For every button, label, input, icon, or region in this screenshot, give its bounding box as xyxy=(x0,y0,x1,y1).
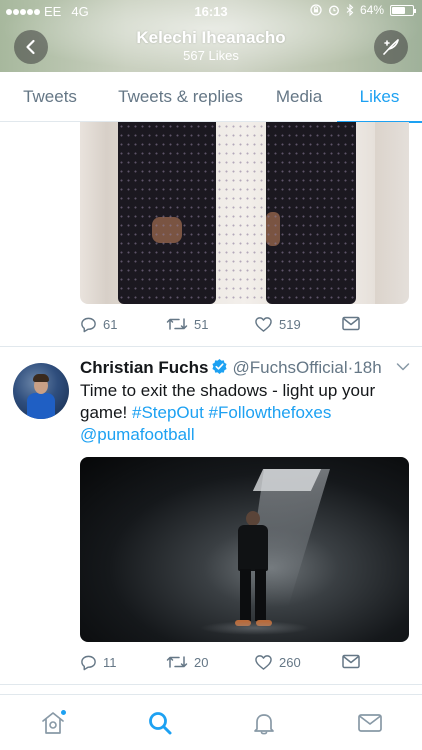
envelope-icon xyxy=(342,316,360,331)
likes-count: 567 Likes xyxy=(183,48,239,63)
dm-action[interactable] xyxy=(342,654,360,669)
mention-link[interactable]: @pumafootball xyxy=(80,425,195,444)
status-right: 64% xyxy=(310,3,416,17)
player-body xyxy=(238,525,268,571)
retweet-icon xyxy=(166,318,188,330)
profile-name: Kelechi Iheanacho xyxy=(136,28,286,47)
alarm-icon xyxy=(328,5,339,16)
heart-icon xyxy=(255,317,272,332)
retweet-count: 20 xyxy=(194,654,209,670)
sparkle-texture xyxy=(118,122,356,304)
rotation-lock-icon xyxy=(310,4,322,16)
author-handle[interactable]: @FuchsOfficial xyxy=(232,358,347,377)
reply-action[interactable]: 11 xyxy=(80,654,117,671)
notifications-bell-icon xyxy=(254,714,274,735)
retweet-action[interactable]: 51 xyxy=(166,316,208,332)
retweet-count: 51 xyxy=(194,316,209,332)
bottom-tab-bar xyxy=(0,694,422,750)
like-action[interactable]: 260 xyxy=(254,654,301,671)
retweet-icon xyxy=(166,656,188,668)
like-count: 260 xyxy=(279,655,301,670)
notification-dot xyxy=(60,709,67,716)
reply-count: 61 xyxy=(103,317,118,332)
profile-tabs: Tweets Tweets & replies Media Likes xyxy=(0,72,422,123)
tweet-divider xyxy=(0,346,422,347)
like-count: 519 xyxy=(279,317,301,332)
tab-tweets[interactable]: Tweets xyxy=(0,72,100,122)
floor-light xyxy=(200,621,310,635)
compose-button[interactable] xyxy=(374,30,408,64)
status-bar: EE 4G 16:13 64% xyxy=(0,0,422,22)
hashtag-link[interactable]: #Followthefoxes xyxy=(209,403,332,422)
tweet-text: Time to exit the shadows - light up your… xyxy=(80,380,410,446)
bluetooth-icon xyxy=(346,4,354,16)
player-leg-left xyxy=(240,569,251,621)
player-head xyxy=(246,511,260,526)
retweet-action[interactable]: 20 xyxy=(166,654,208,670)
chevron-down-icon[interactable] xyxy=(396,362,410,372)
nav-messages[interactable] xyxy=(356,709,384,737)
profile-header: EE 4G 16:13 64% Kelechi Iheanacho 567 Li… xyxy=(0,0,422,72)
envelope-icon xyxy=(342,654,360,669)
like-action[interactable]: 519 xyxy=(254,316,301,333)
search-icon xyxy=(149,712,172,735)
verified-badge-icon xyxy=(212,358,228,375)
player-leg-right xyxy=(255,569,266,621)
reply-icon xyxy=(81,317,96,333)
compose-feather-icon xyxy=(383,39,399,55)
heart-icon xyxy=(255,655,272,670)
nav-search[interactable] xyxy=(146,709,174,737)
reply-action[interactable]: 61 xyxy=(80,316,117,333)
battery-icon xyxy=(390,4,416,16)
tweet-media-image[interactable] xyxy=(80,457,409,642)
avatar[interactable] xyxy=(13,363,69,419)
author-name[interactable]: Christian Fuchs xyxy=(80,358,208,377)
nav-notifications[interactable] xyxy=(250,709,278,737)
tweet-divider xyxy=(0,684,422,685)
dm-action[interactable] xyxy=(342,316,360,331)
nav-home[interactable] xyxy=(39,709,67,737)
tweet-actions: 11 20 260 xyxy=(80,654,380,674)
tab-likes[interactable]: Likes xyxy=(337,72,422,123)
tweet-header: Christian Fuchs @FuchsOfficial·18h xyxy=(80,358,410,380)
reply-count: 11 xyxy=(103,655,117,670)
reply-icon xyxy=(81,655,96,671)
tweet-media-image[interactable] xyxy=(80,122,409,304)
messages-envelope-icon xyxy=(358,714,382,732)
tweet-actions: 61 51 519 xyxy=(80,316,380,336)
hashtag-link[interactable]: #StepOut xyxy=(132,403,204,422)
battery-fill xyxy=(392,6,405,14)
skylight xyxy=(252,469,322,491)
battery-percent: 64% xyxy=(359,3,384,17)
tab-media[interactable]: Media xyxy=(261,72,337,122)
tweet-time: 18h xyxy=(353,358,382,377)
tab-tweets-replies[interactable]: Tweets & replies xyxy=(100,72,261,122)
